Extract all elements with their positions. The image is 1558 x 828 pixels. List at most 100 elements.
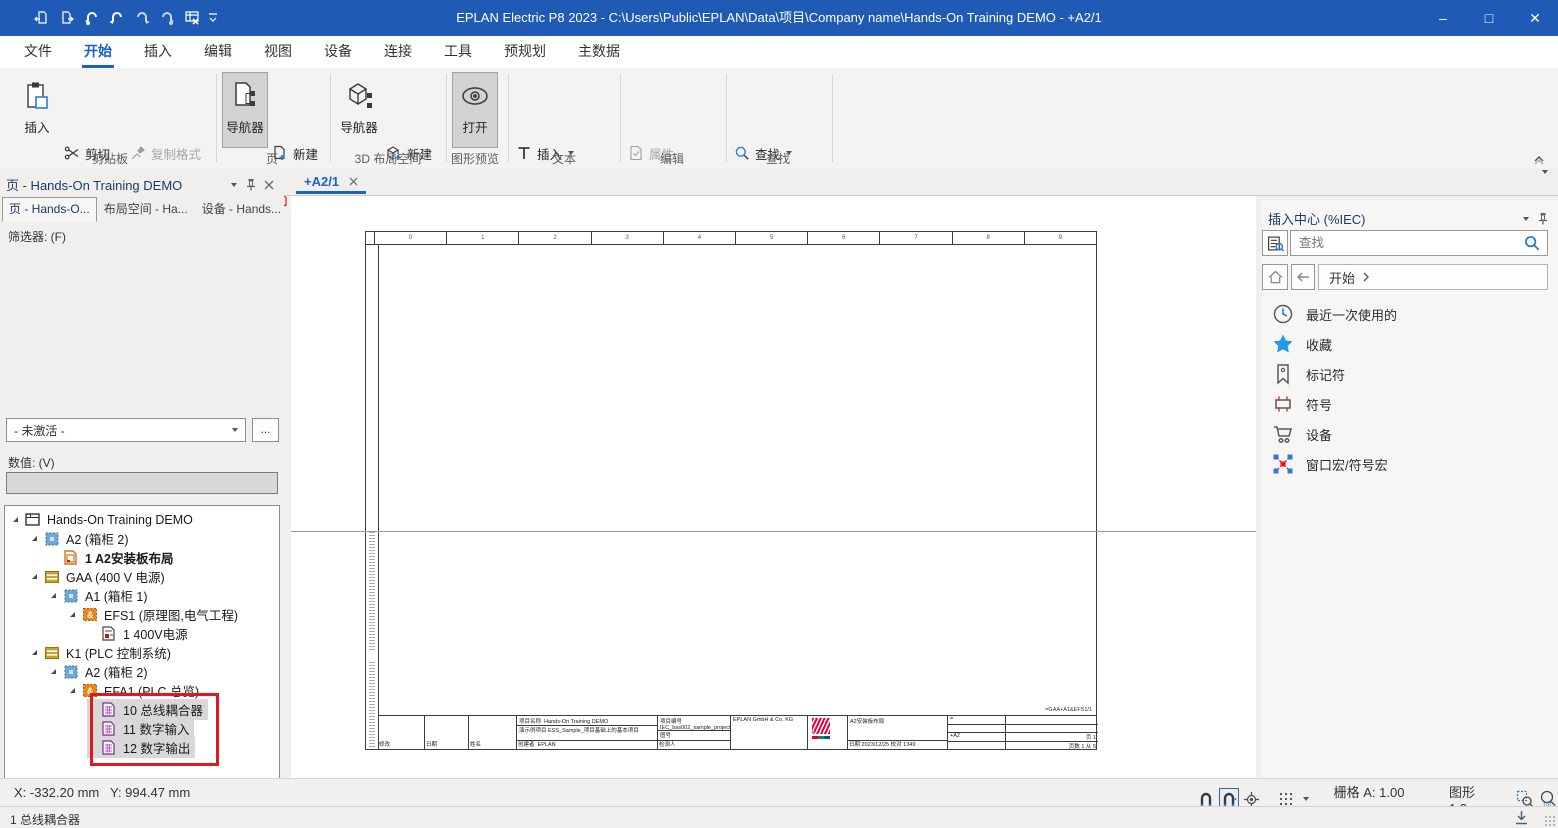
undo-list-icon[interactable] xyxy=(84,10,100,26)
insert-paste-button[interactable]: 插入 xyxy=(14,72,60,148)
space-navigator-button[interactable]: 导航器 xyxy=(336,72,382,148)
redo-list-icon[interactable] xyxy=(159,10,175,26)
value-input[interactable] xyxy=(6,472,278,494)
ruler-cell: 3 xyxy=(592,232,664,244)
redo-icon[interactable] xyxy=(134,10,150,26)
tree-item[interactable]: 12 数字输出 xyxy=(87,738,195,757)
tree-item[interactable]: Hands-On Training DEMO xyxy=(11,510,198,529)
tree-item-label: EFA1 (PLC 总览) xyxy=(101,680,202,701)
tab-connection[interactable]: 连接 xyxy=(368,36,428,68)
breadcrumb-item[interactable]: 开始 xyxy=(1329,268,1355,287)
panel-tab-strip: 页 - Hands-O... 布局空间 - Ha... 设备 - Hands..… xyxy=(0,197,284,222)
close-icon[interactable] xyxy=(349,177,358,186)
tree-item[interactable]: A2 (箱柜 2) xyxy=(30,529,134,548)
maximize-button[interactable]: □ xyxy=(1466,0,1512,36)
tree-item[interactable]: 10 总线耦合器 xyxy=(87,700,208,719)
eye-icon xyxy=(460,81,490,111)
structure-icon xyxy=(44,569,59,584)
panel-tab-layoutspace[interactable]: 布局空间 - Ha... xyxy=(97,197,195,222)
sheet-margin-line xyxy=(378,244,379,749)
page-back-icon[interactable] xyxy=(34,10,50,26)
close-button[interactable]: ✕ xyxy=(1512,0,1558,36)
close-project-icon[interactable] xyxy=(184,10,200,26)
show-results-toggle[interactable] xyxy=(1262,230,1288,256)
filter-dropdown[interactable]: - 未激活 - xyxy=(6,418,246,442)
tab-masterdata[interactable]: 主数据 xyxy=(562,36,636,68)
tree-item[interactable]: 1 A2安装板布局 xyxy=(49,548,178,567)
resize-grip[interactable] xyxy=(1544,815,1556,827)
panel-tab-pages[interactable]: 页 - Hands-O... xyxy=(2,197,97,222)
page-navigator-button[interactable]: 导航器 xyxy=(222,72,268,148)
tb-project-name: Hands-On Training DEMO xyxy=(544,719,608,725)
insert-item-macros[interactable]: 窗口宏/符号宏 xyxy=(1272,450,1388,478)
ruler-cell: 5 xyxy=(736,232,808,244)
ruler-cell: 0 xyxy=(375,232,447,244)
group-label-text: 文本 xyxy=(512,150,616,167)
tab-home[interactable]: 开始 xyxy=(68,36,128,68)
insert-center-search-input[interactable] xyxy=(1291,235,1523,251)
group-label-edit: 编辑 xyxy=(622,150,722,167)
download-icon[interactable] xyxy=(1513,809,1530,828)
macro-icon xyxy=(1272,453,1294,475)
home-button[interactable] xyxy=(1262,264,1288,290)
insert-item-bookmarks[interactable]: 标记符 xyxy=(1272,360,1345,388)
tab-insert[interactable]: 插入 xyxy=(128,36,188,68)
close-icon[interactable] xyxy=(260,176,278,194)
tree-item-label: EFS1 (原理图,电气工程) xyxy=(101,604,241,625)
clipboard-icon xyxy=(24,81,50,111)
page-schematic-icon xyxy=(101,626,116,641)
panel-tab-devices[interactable]: 设备 - Hands... xyxy=(195,197,288,222)
chevron-right-icon xyxy=(1363,272,1369,282)
insert-item-recent[interactable]: 最近一次使用的 xyxy=(1272,300,1397,328)
tree-item[interactable]: K1 (PLC 控制系统) xyxy=(30,643,176,662)
tree-item[interactable]: &EFS1 (原理图,电气工程) xyxy=(68,605,243,624)
chevron-down-icon[interactable] xyxy=(1516,210,1534,228)
crosshair-line xyxy=(291,531,1256,532)
tree-item[interactable]: A1 (箱柜 1) xyxy=(49,586,153,605)
ribbon: 插入 剪切 复制 删除 复制格式 指定格式 剪贴板 导航器 xyxy=(0,68,1558,169)
undo-icon[interactable] xyxy=(109,10,125,26)
sheet-margin-text xyxy=(369,662,375,747)
tb-plus: +A2 xyxy=(948,733,1005,742)
tb-auditor-label: 检测人 xyxy=(659,740,676,748)
insert-item-favorites[interactable]: 收藏 xyxy=(1272,330,1332,358)
sheet-column-ruler: 0 1 2 3 4 5 6 7 8 9 xyxy=(366,232,1096,245)
filter-more-button[interactable]: ... xyxy=(252,418,279,442)
tab-file[interactable]: 文件 xyxy=(8,36,68,68)
insert-item-symbols[interactable]: 符号 xyxy=(1272,390,1332,418)
tree-item[interactable]: GAA (400 V 电源) xyxy=(30,567,170,586)
drawing-canvas[interactable]: 0 1 2 3 4 5 6 7 8 9 =GAA+A1&EFS1/1 修改 日期… xyxy=(291,196,1256,778)
page-navigator-icon xyxy=(232,81,258,111)
pin-icon[interactable] xyxy=(242,176,260,194)
tab-list-dropdown[interactable] xyxy=(1541,174,1548,192)
tab-view[interactable]: 视图 xyxy=(248,36,308,68)
document-tab[interactable]: +A2/1 xyxy=(296,168,366,194)
minimize-button[interactable]: – xyxy=(1420,0,1466,36)
chevron-down-icon[interactable] xyxy=(224,176,242,194)
tab-tools[interactable]: 工具 xyxy=(428,36,488,68)
insert-item-devices[interactable]: 设备 xyxy=(1272,420,1332,448)
tree-item[interactable]: 11 数字输入 xyxy=(87,719,194,738)
cursor-x: X: -332.20 mm xyxy=(14,785,99,800)
page-forward-icon[interactable] xyxy=(59,10,75,26)
tb-page: 页 1 xyxy=(1006,733,1098,742)
qat-customize-icon[interactable] xyxy=(209,13,217,23)
tab-edit[interactable]: 编辑 xyxy=(188,36,248,68)
tab-device[interactable]: 设备 xyxy=(308,36,368,68)
tab-preplanning[interactable]: 预规划 xyxy=(488,36,562,68)
ruler-cell: 2 xyxy=(519,232,591,244)
insert-center-search[interactable] xyxy=(1290,230,1548,256)
tree-item[interactable]: A2 (箱柜 2) xyxy=(49,662,153,681)
project-icon xyxy=(25,512,40,527)
breadcrumb[interactable]: 开始 xyxy=(1318,264,1548,290)
chevron-up-icon xyxy=(1532,153,1546,165)
insert-item-label: 设备 xyxy=(1306,425,1332,444)
back-button[interactable] xyxy=(1291,264,1315,290)
pin-icon[interactable] xyxy=(1534,210,1552,228)
preview-open-button[interactable]: 打开 xyxy=(452,72,498,148)
tree-item-label: A2 (箱柜 2) xyxy=(82,661,151,682)
insert-item-label: 收藏 xyxy=(1306,335,1332,354)
tree-item[interactable]: &EFA1 (PLC 总览) xyxy=(68,681,204,700)
insert-item-label: 符号 xyxy=(1306,395,1332,414)
tree-item[interactable]: 1 400V电源 xyxy=(87,624,193,643)
